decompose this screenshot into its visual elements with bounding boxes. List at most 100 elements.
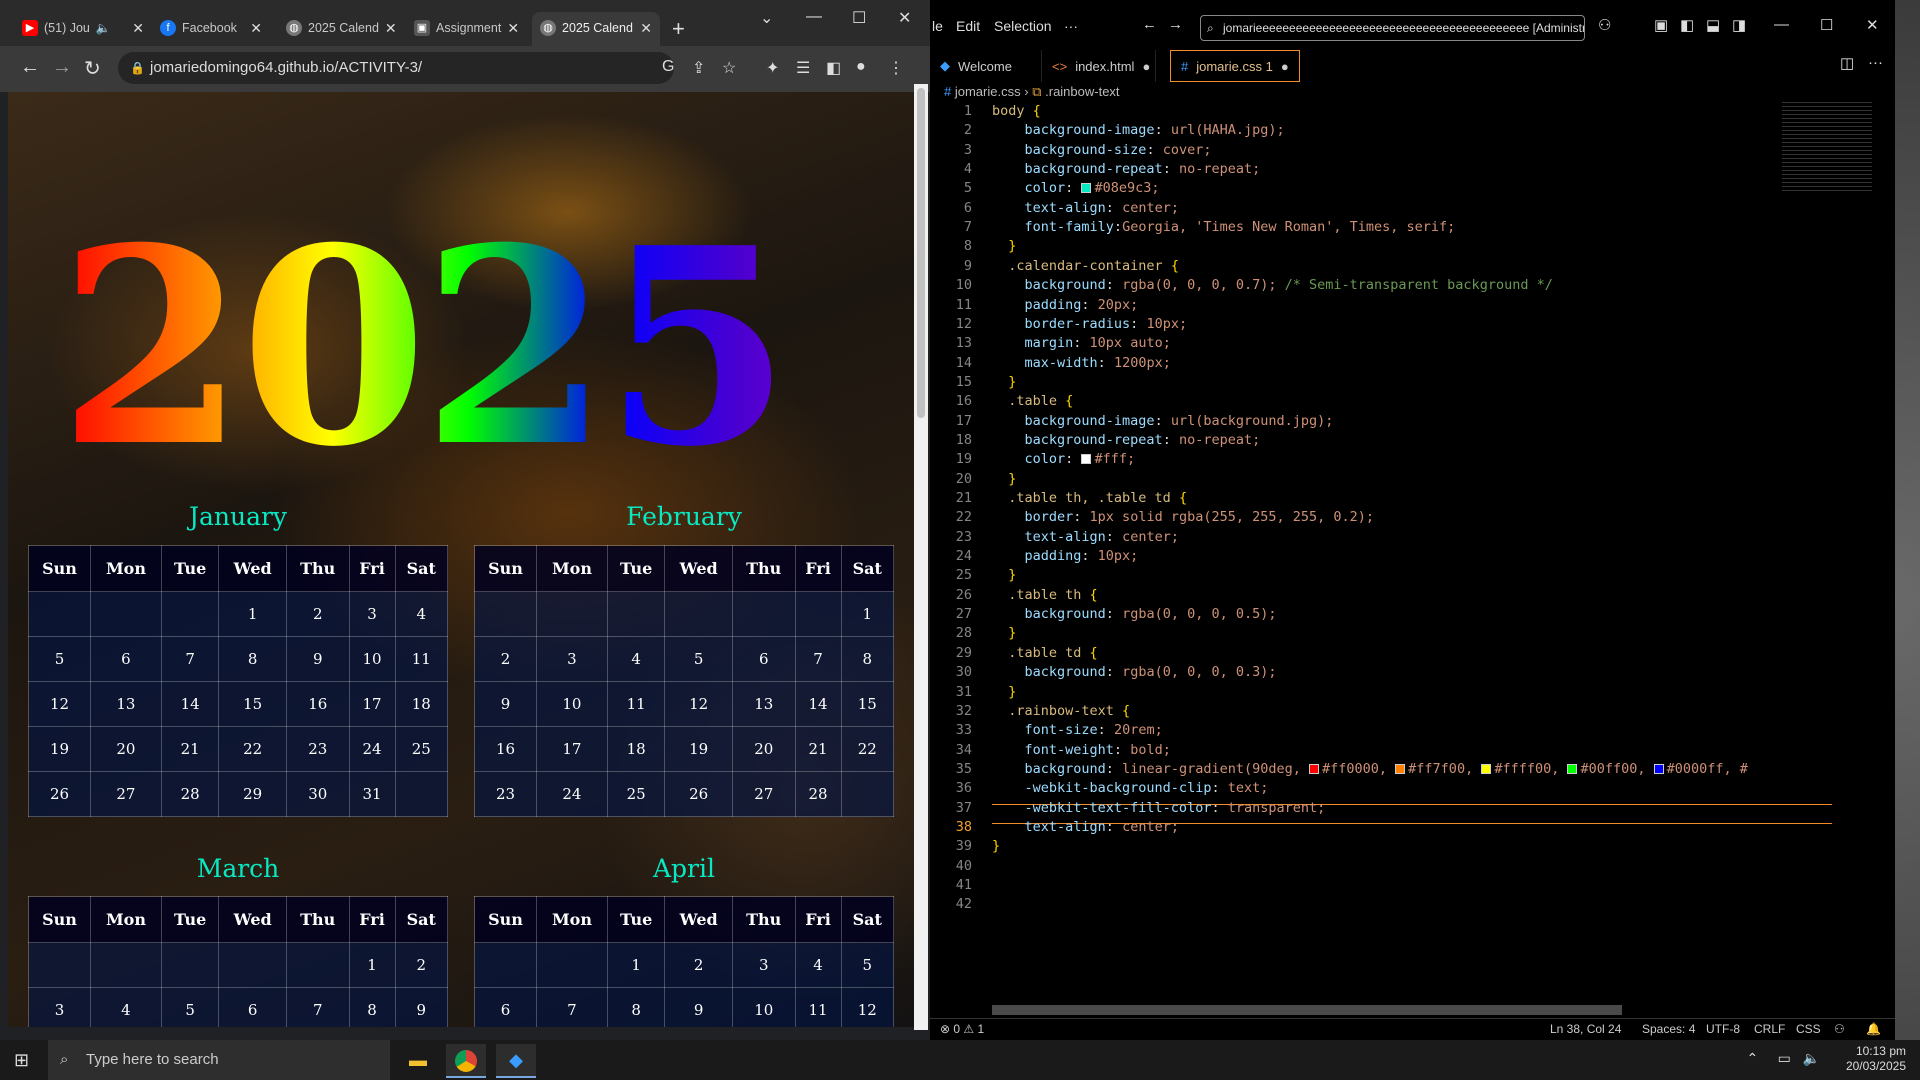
menu-edit[interactable]: Edit: [956, 18, 980, 34]
browser-tab-youtube[interactable]: ▶ (51) Jou 🔈 ✕: [14, 12, 152, 44]
close-window-icon[interactable]: ✕: [1866, 16, 1879, 34]
minimize-icon[interactable]: —: [1774, 16, 1789, 33]
address-bar[interactable]: 🔒 jomariedomingo64.github.io/ACTIVITY-3/: [118, 52, 674, 84]
tab-label: jomarie.css 1: [1196, 58, 1273, 74]
extensions-icon[interactable]: ✦: [766, 58, 779, 78]
search-icon: ⌕: [60, 1051, 69, 1068]
toggle-sidebar-icon[interactable]: ◧: [1680, 16, 1694, 34]
copilot-icon[interactable]: ⚇: [1598, 16, 1611, 34]
forward-arrow-icon[interactable]: →: [52, 56, 72, 79]
close-tab-icon[interactable]: ✕: [385, 20, 397, 37]
taskbar-search[interactable]: ⌕ Type here to search: [48, 1040, 390, 1080]
google-icon[interactable]: G: [662, 58, 674, 76]
minimap[interactable]: [1782, 102, 1872, 192]
back-arrow-icon[interactable]: ←: [1142, 16, 1157, 33]
file-explorer-icon[interactable]: ▬: [398, 1044, 438, 1078]
windows-start-icon[interactable]: ⊞: [14, 1050, 29, 1071]
page-scrollbar[interactable]: [914, 84, 928, 1030]
menu-file[interactable]: le: [932, 18, 943, 34]
menu-dots-icon[interactable]: ⋮: [888, 58, 904, 78]
line-ending[interactable]: CRLF: [1754, 1022, 1785, 1036]
close-tab-icon[interactable]: ✕: [507, 20, 519, 37]
line-number: 7: [963, 219, 972, 236]
volume-icon[interactable]: 🔈: [1803, 1050, 1820, 1066]
toggle-secondary-sidebar-icon[interactable]: ◨: [1732, 16, 1746, 34]
tab-title: Facebook: [182, 21, 237, 35]
browser-tab-assignment[interactable]: ▣ Assignment ✕: [406, 12, 526, 44]
day-cell: [535, 942, 608, 988]
browser-tab-calendar-1[interactable]: ◍ 2025 Calend ✕: [278, 12, 398, 44]
weekday-header: Mon: [535, 896, 608, 943]
scrollbar-thumb[interactable]: [917, 88, 925, 418]
unsaved-dot-icon[interactable]: ●: [1142, 59, 1150, 74]
copilot-icon[interactable]: ⚇: [1834, 1022, 1845, 1036]
code-line: body {: [992, 103, 1041, 119]
line-number: 24: [955, 548, 972, 565]
reload-icon[interactable]: ↻: [84, 56, 101, 81]
minimize-icon[interactable]: —: [806, 8, 822, 26]
facebook-icon: f: [160, 20, 176, 36]
forward-arrow-icon[interactable]: →: [1168, 16, 1183, 33]
maximize-icon[interactable]: ☐: [852, 8, 866, 28]
menu-more[interactable]: ···: [1064, 18, 1078, 34]
editor-tab-welcome[interactable]: ◆ Welcome: [930, 50, 1042, 82]
editor-tab-jomarie-css[interactable]: # jomarie.css 1 ●: [1170, 50, 1300, 82]
day-cell: 3: [348, 591, 396, 637]
problems-indicator[interactable]: ⊗ 0 ⚠ 1: [940, 1022, 984, 1036]
close-tab-icon[interactable]: ✕: [250, 20, 262, 37]
horizontal-scrollbar[interactable]: [992, 1005, 1622, 1015]
day-cell: 5: [840, 942, 895, 988]
breadcrumb-file[interactable]: jomarie.css: [955, 84, 1021, 99]
code-line: background-repeat: no-repeat;: [992, 431, 1261, 448]
new-tab-icon[interactable]: +: [672, 16, 685, 42]
menu-selection[interactable]: Selection: [994, 18, 1052, 34]
day-cell: [535, 591, 608, 637]
tab-search-icon[interactable]: ⌄: [760, 8, 773, 28]
close-tab-icon[interactable]: ✕: [132, 20, 144, 37]
share-icon[interactable]: ⇪: [692, 58, 705, 78]
web-page: 2025 January Sun Mon Tue Wed Thu Fri Sat 1 2 3 4 5 6…: [8, 92, 914, 1027]
layout-icon[interactable]: ▣: [1654, 16, 1668, 34]
command-center-search[interactable]: ⌕ jomarieeeeeeeeeeeeeeeeeeeeeeeeeeeeeeee…: [1200, 15, 1585, 41]
code-editor[interactable]: 1 body {2 background-image: url(HAHA.jpg)…: [930, 102, 1870, 1002]
day-cell: 3: [731, 942, 796, 988]
close-window-icon[interactable]: ✕: [898, 8, 911, 28]
clock[interactable]: 10:13 pm 20/03/2025: [1846, 1044, 1906, 1074]
chrome-icon[interactable]: [446, 1044, 486, 1078]
browser-tab-facebook[interactable]: f Facebook ✕: [152, 12, 270, 44]
speaker-icon[interactable]: 🔈: [96, 21, 111, 35]
line-number: 41: [955, 877, 972, 893]
profile-icon[interactable]: ●: [856, 58, 866, 76]
maximize-icon[interactable]: ☐: [1820, 16, 1833, 34]
unsaved-dot-icon[interactable]: ●: [1281, 59, 1289, 74]
more-actions-icon[interactable]: ···: [1868, 54, 1883, 71]
vscode-icon[interactable]: ◆: [496, 1044, 536, 1078]
weekday-header: Fri: [794, 896, 842, 943]
editor-tab-index-html[interactable]: <> index.html ●: [1042, 50, 1156, 82]
close-tab-icon[interactable]: ✕: [640, 20, 652, 37]
media-icon[interactable]: ☰: [796, 58, 810, 78]
bookmark-star-icon[interactable]: ☆: [722, 58, 736, 78]
day-cell: [28, 591, 91, 637]
breadcrumb: # jomarie.css › ⧉ .rainbow-text: [944, 84, 1120, 100]
encoding[interactable]: UTF-8: [1706, 1022, 1740, 1036]
tab-title: Assignment: [436, 21, 502, 35]
language-mode[interactable]: CSS: [1796, 1022, 1821, 1036]
breadcrumb-symbol[interactable]: .rainbow-text: [1045, 84, 1119, 99]
back-arrow-icon[interactable]: ←: [20, 56, 40, 79]
code-line: background-repeat: no-repeat;: [992, 161, 1261, 178]
status-bar: ⊗ 0 ⚠ 1 Ln 38, Col 24 Spaces: 4 UTF-8 CR…: [930, 1018, 1895, 1040]
line-number: 39: [955, 838, 972, 855]
bell-icon[interactable]: 🔔: [1866, 1022, 1881, 1036]
day-cell: 14: [794, 681, 842, 727]
cursor-position[interactable]: Ln 38, Col 24: [1550, 1022, 1621, 1036]
toggle-panel-icon[interactable]: ⬓: [1706, 16, 1720, 34]
code-line: background: rgba(0, 0, 0, 0.3);: [992, 664, 1277, 681]
side-panel-icon[interactable]: ◧: [826, 58, 841, 78]
day-cell: 25: [394, 726, 449, 772]
split-editor-icon[interactable]: ◫: [1840, 54, 1854, 72]
day-cell: 1: [348, 942, 396, 988]
indentation[interactable]: Spaces: 4: [1642, 1022, 1695, 1036]
network-icon[interactable]: ▭: [1778, 1050, 1791, 1066]
chevron-up-icon[interactable]: ⌃: [1746, 1050, 1758, 1066]
